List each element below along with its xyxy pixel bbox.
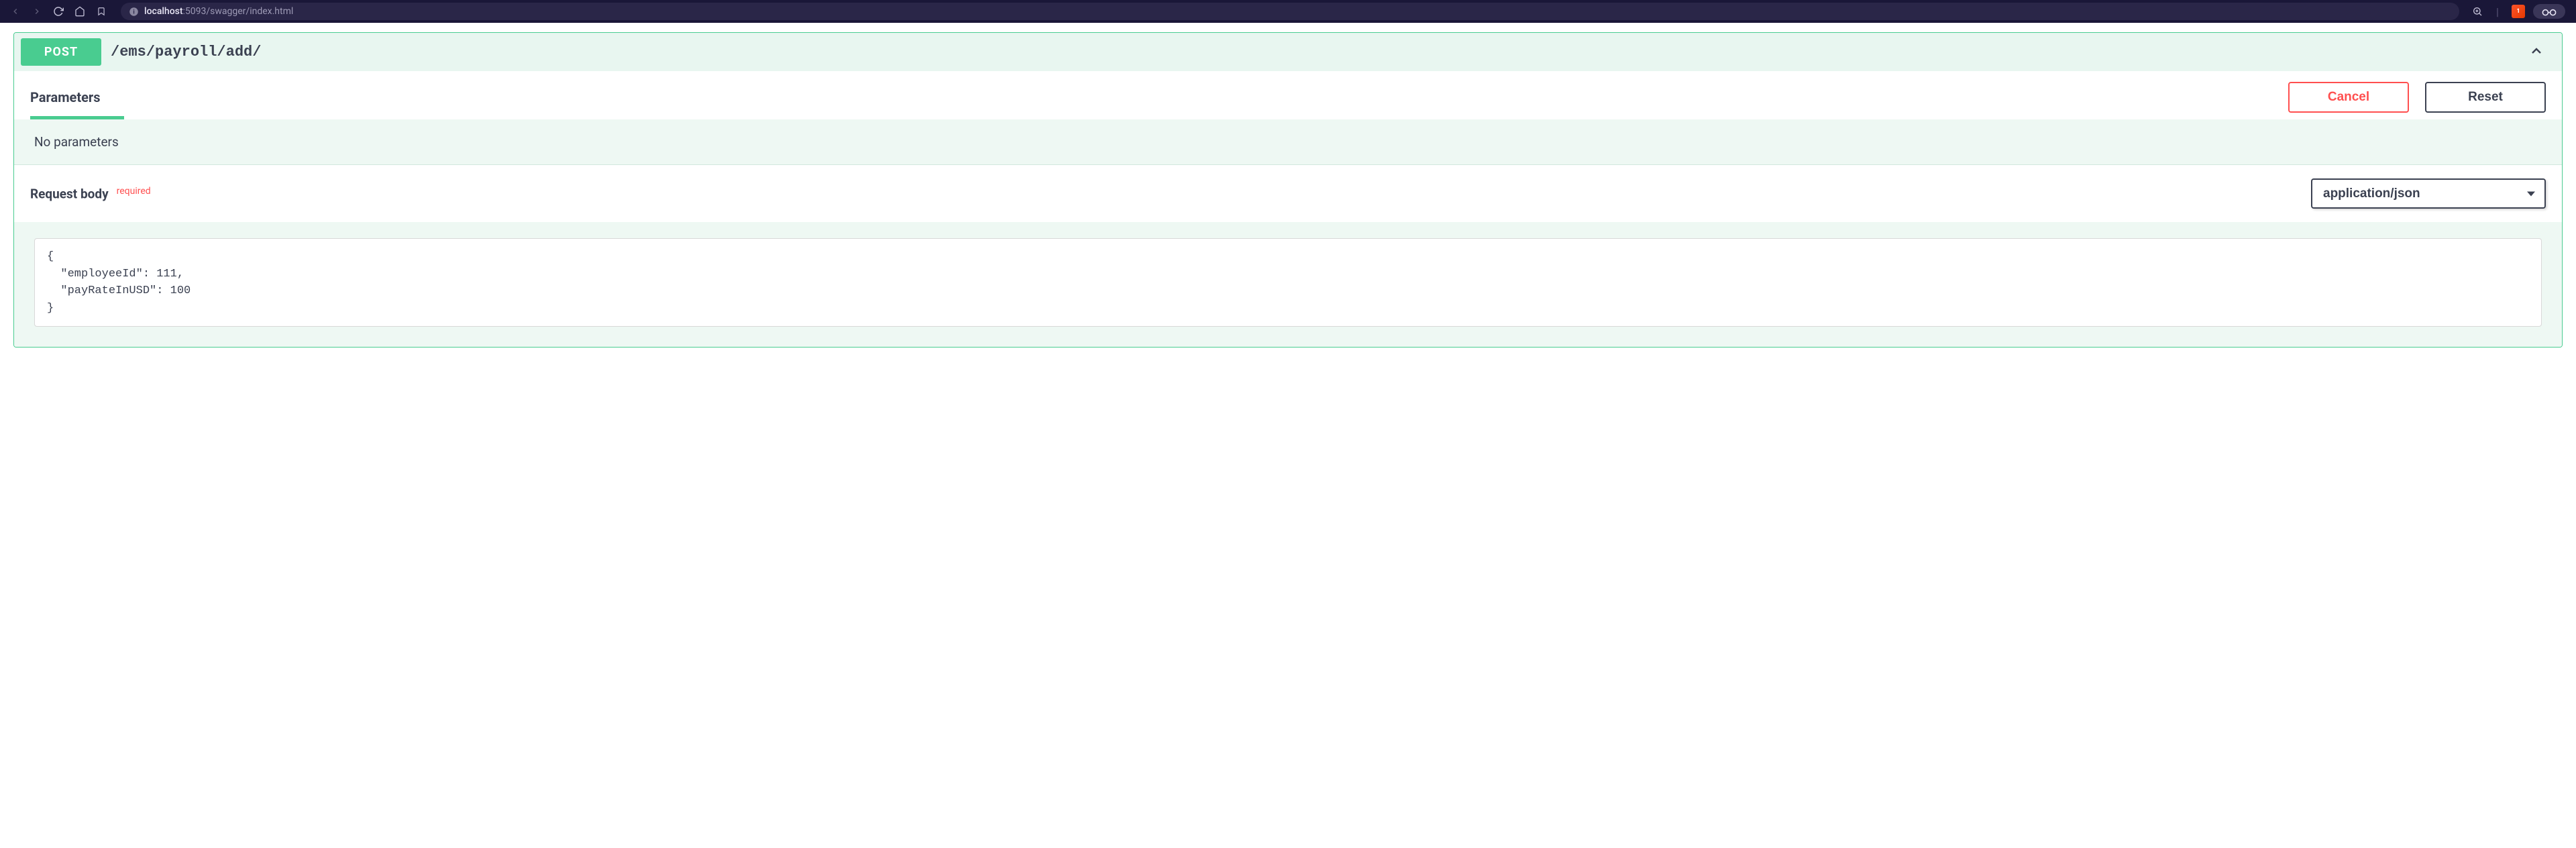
svg-text:i: i (133, 9, 134, 15)
url-bar[interactable]: i localhost:5093/swagger/index.html (121, 3, 2459, 20)
back-icon[interactable] (9, 5, 21, 17)
zoom-icon[interactable] (2471, 5, 2483, 17)
incognito-indicator[interactable] (2533, 4, 2565, 19)
separator: | (2491, 5, 2504, 17)
body-editor-section: { "employeeId": 111, "payRateInUSD": 100… (14, 222, 2562, 347)
url-text: localhost:5093/swagger/index.html (144, 6, 293, 17)
browser-toolbar: i localhost:5093/swagger/index.html | 1 (0, 0, 2576, 23)
reload-icon[interactable] (52, 5, 64, 17)
swagger-container: POST /ems/payroll/add/ Parameters Cancel… (0, 23, 2576, 357)
operation-block: POST /ems/payroll/add/ Parameters Cancel… (13, 32, 2563, 348)
request-body-editor[interactable]: { "employeeId": 111, "payRateInUSD": 100… (34, 238, 2542, 327)
chevron-up-icon[interactable] (2518, 43, 2555, 62)
operation-path: /ems/payroll/add/ (111, 44, 2518, 60)
cancel-button[interactable]: Cancel (2288, 82, 2409, 113)
parameters-header: Parameters Cancel Reset (14, 71, 2562, 119)
operation-summary[interactable]: POST /ems/payroll/add/ (14, 33, 2562, 71)
url-host: localhost (144, 6, 183, 17)
no-parameters-message: No parameters (14, 119, 2562, 164)
content-type-select[interactable]: application/json (2311, 178, 2546, 209)
reset-button[interactable]: Reset (2425, 82, 2546, 113)
forward-icon[interactable] (31, 5, 43, 17)
brave-shields-icon[interactable]: 1 (2512, 5, 2525, 18)
brave-badge-count: 1 (2516, 8, 2520, 15)
parameters-title: Parameters (30, 89, 2288, 105)
request-body-title: Request body (30, 186, 109, 201)
home-icon[interactable] (74, 5, 86, 17)
site-info-icon[interactable]: i (129, 7, 139, 17)
content-type-select-wrapper: application/json (2311, 178, 2546, 209)
http-method-badge: POST (21, 38, 101, 66)
url-path: :5093/swagger/index.html (183, 6, 294, 17)
request-body-header: Request body required application/json (14, 164, 2562, 222)
request-body-title-wrapper: Request body required (30, 186, 151, 201)
browser-right-controls: | 1 (2471, 4, 2571, 19)
required-label: required (117, 186, 151, 197)
nav-icon-group (5, 5, 111, 17)
bookmark-icon[interactable] (95, 5, 107, 17)
